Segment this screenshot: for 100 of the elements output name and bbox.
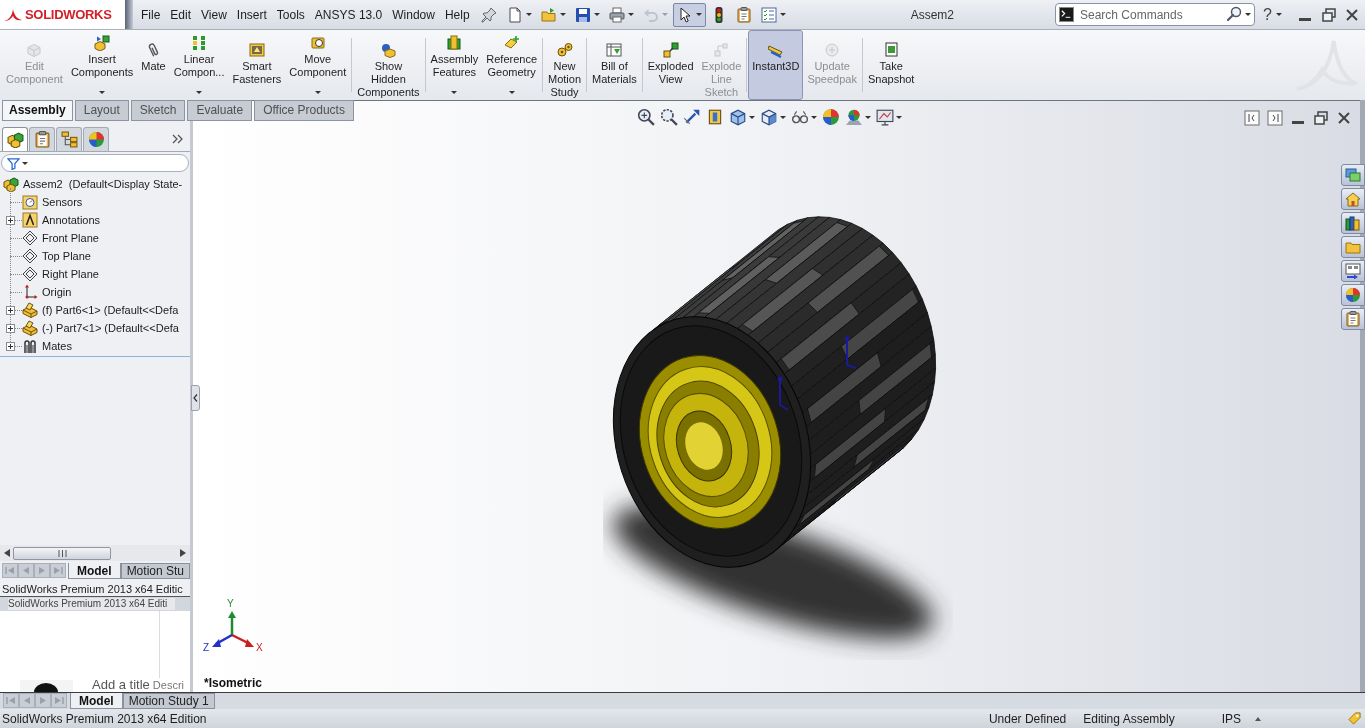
- restore-icon[interactable]: [1313, 110, 1329, 126]
- view-tool-button[interactable]: [822, 108, 840, 126]
- view-tool-button[interactable]: [637, 108, 655, 126]
- tab[interactable]: Sketch: [130, 100, 186, 121]
- triangle-right-icon[interactable]: [180, 549, 186, 557]
- pin-button[interactable]: [480, 6, 497, 23]
- task-pane-tab[interactable]: [1341, 188, 1365, 210]
- command-button[interactable]: Instant3D: [748, 30, 804, 100]
- tree-item[interactable]: Assem2 (Default<Display State-: [23, 175, 183, 193]
- close-button[interactable]: [1344, 6, 1360, 23]
- tree-item[interactable]: Right Plane: [42, 265, 99, 283]
- view-tool-button[interactable]: [660, 108, 678, 126]
- menu-item[interactable]: View: [196, 6, 232, 23]
- command-button[interactable]: Smart Fasteners: [228, 30, 286, 100]
- units-label[interactable]: IPS: [1221, 709, 1241, 728]
- tree-item[interactable]: Annotations: [42, 211, 101, 229]
- view-tool-button[interactable]: [706, 108, 724, 126]
- caret-up-icon[interactable]: [1255, 716, 1261, 721]
- axis-label: Z: [203, 643, 210, 653]
- view-tool-button[interactable]: [729, 108, 755, 126]
- plus-circle-icon: [824, 42, 841, 58]
- panel-tab[interactable]: [56, 127, 82, 151]
- select-button[interactable]: [672, 2, 706, 27]
- tree-item[interactable]: Mates: [42, 337, 72, 355]
- menu-item[interactable]: File: [136, 6, 166, 23]
- tab[interactable]: Layout: [74, 100, 129, 121]
- tab[interactable]: Model: [67, 563, 121, 579]
- panel-right-icon[interactable]: [1267, 110, 1283, 126]
- tree-item[interactable]: Top Plane: [42, 247, 91, 265]
- menu-item[interactable]: Insert: [231, 6, 272, 23]
- skip-to-start-icon[interactable]: [3, 693, 19, 708]
- view-tool-button[interactable]: [845, 108, 871, 126]
- terminal-icon: [1059, 7, 1074, 22]
- view-tool-button[interactable]: [683, 108, 701, 126]
- panel-tab[interactable]: [2, 127, 28, 151]
- expand-plus-icon[interactable]: [6, 323, 15, 333]
- edition-label: SolidWorks Premium 2013 x64 Editi: [8, 598, 176, 610]
- triangle-left-icon[interactable]: [4, 549, 10, 557]
- task-pane-tab[interactable]: [1341, 212, 1365, 234]
- printer-icon: [608, 6, 625, 23]
- expand-plus-icon[interactable]: [6, 215, 15, 225]
- command-button[interactable]: Take Snapshot: [863, 30, 919, 100]
- funnel-icon[interactable]: [7, 157, 20, 170]
- expand-plus-icon[interactable]: [6, 341, 15, 351]
- menu-item[interactable]: ANSYS 13.0: [309, 6, 388, 23]
- tree-item[interactable]: Front Plane: [42, 229, 99, 247]
- command-button[interactable]: Exploded View: [643, 30, 698, 100]
- command-button[interactable]: Show Hidden Components: [353, 30, 424, 100]
- tree-item[interactable]: Origin: [42, 283, 72, 301]
- tab[interactable]: Model: [70, 693, 123, 709]
- panel-left-icon[interactable]: [1244, 110, 1260, 126]
- cube-icon: [26, 42, 43, 58]
- help-button[interactable]: ?: [1263, 5, 1291, 24]
- double-chevron-icon[interactable]: [172, 134, 184, 144]
- search-icon[interactable]: [1226, 6, 1242, 22]
- task-pane-tab[interactable]: [1341, 236, 1365, 258]
- scrollbar-thumb[interactable]: [13, 546, 111, 560]
- horizontal-scrollbar[interactable]: [0, 545, 190, 561]
- task-pane-tab[interactable]: [1341, 260, 1365, 282]
- title-prompt: Add a title: [92, 678, 150, 692]
- command-button[interactable]: Insert Components: [66, 30, 138, 100]
- command-button[interactable]: Reference Geometry: [482, 30, 542, 100]
- framed-square-icon: [883, 42, 900, 58]
- command-button[interactable]: Bill of Materials: [588, 30, 641, 100]
- menu-item[interactable]: Tools: [271, 6, 310, 23]
- command-button[interactable]: Mate: [137, 30, 170, 100]
- tree-item[interactable]: (f) Part6<1> (Default<<Defa: [42, 301, 179, 319]
- expand-plus-icon[interactable]: [6, 305, 15, 315]
- tab[interactable]: Office Products: [254, 100, 354, 121]
- tree-item[interactable]: (-) Part7<1> (Default<<Defa: [42, 319, 179, 337]
- view-tool-button[interactable]: [760, 108, 786, 126]
- tab[interactable]: Motion Stu: [120, 563, 190, 579]
- search-field[interactable]: Search Commands: [1055, 3, 1255, 26]
- view-tool-button[interactable]: [876, 108, 902, 126]
- tab[interactable]: Evaluate: [187, 100, 253, 121]
- tree-item[interactable]: Sensors: [42, 193, 83, 211]
- close-icon[interactable]: [1336, 110, 1352, 126]
- task-pane-tab[interactable]: [1341, 164, 1365, 186]
- filter-field[interactable]: [1, 154, 189, 172]
- command-button[interactable]: Move Component: [285, 30, 351, 100]
- view-tool-button[interactable]: [791, 108, 817, 126]
- task-pane-tab[interactable]: [1341, 308, 1365, 330]
- menu-item[interactable]: Edit: [165, 6, 197, 23]
- ring-block-icon: [309, 35, 326, 51]
- view-orientation-label: *Isometric: [204, 676, 263, 690]
- menu-item[interactable]: Help: [439, 6, 475, 23]
- paperclips-icon: [22, 338, 38, 354]
- panel-tab[interactable]: [29, 127, 55, 151]
- skip-to-start-icon[interactable]: [2, 563, 18, 578]
- command-button[interactable]: Linear Compon...: [169, 30, 229, 100]
- restore-button[interactable]: [1321, 6, 1337, 23]
- collapse-handle[interactable]: [191, 385, 200, 411]
- menu-item[interactable]: Window: [387, 6, 440, 23]
- exploded-blocks-icon: [662, 42, 679, 58]
- tab[interactable]: Assembly: [2, 100, 73, 121]
- panel-tab[interactable]: [83, 127, 109, 151]
- task-pane-tab[interactable]: [1341, 284, 1365, 306]
- command-button[interactable]: Assembly Features: [426, 30, 483, 100]
- command-button[interactable]: New Motion Study: [544, 30, 586, 100]
- tab[interactable]: Motion Study 1: [122, 693, 215, 709]
